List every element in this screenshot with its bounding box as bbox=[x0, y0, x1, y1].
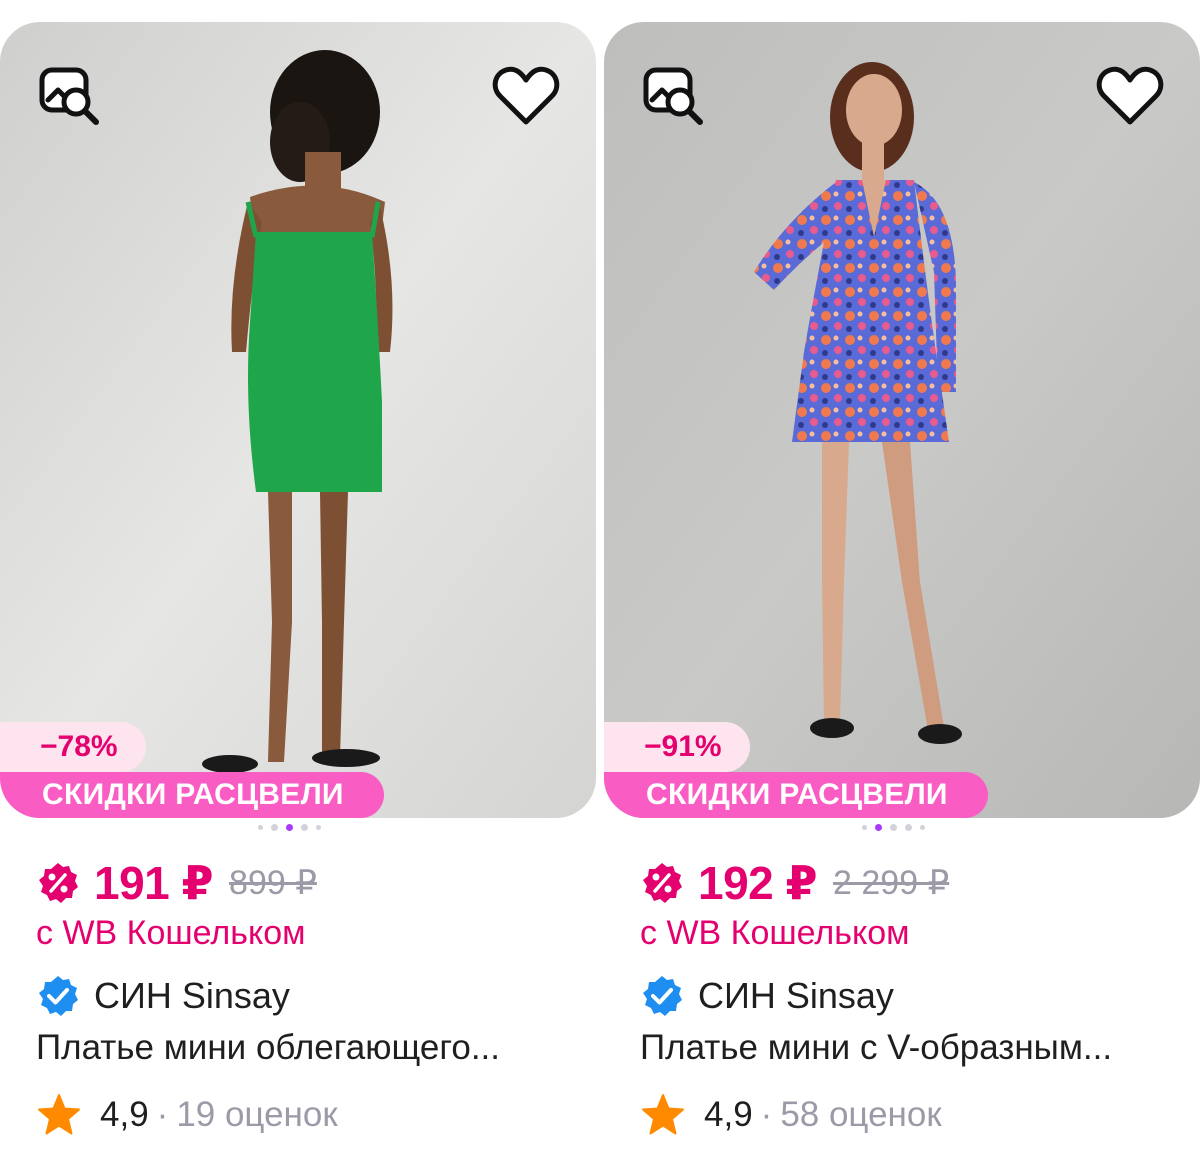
brand-name: СИН Sinsay bbox=[94, 975, 290, 1016]
discount-badge: −91% bbox=[604, 722, 750, 772]
product-image-floral-dress bbox=[604, 22, 1200, 818]
rating-row[interactable]: 4,9 · 19 оценок bbox=[36, 1092, 338, 1138]
sale-percent-icon bbox=[643, 863, 682, 903]
reviews-count: 58 оценок bbox=[780, 1095, 942, 1134]
product-card[interactable]: −78% СКИДКИ РАСЦВЕЛИ 191 ₽ 899 ₽ с WB Ко… bbox=[0, 22, 596, 1152]
pager-dot bbox=[258, 825, 263, 830]
image-search-icon bbox=[643, 67, 703, 125]
pager-dot bbox=[316, 825, 321, 830]
reviews-count: 19 оценок bbox=[176, 1095, 338, 1134]
pager-dot bbox=[920, 825, 925, 830]
star-icon bbox=[642, 1094, 684, 1135]
promo-badge: СКИДКИ РАСЦВЕЛИ bbox=[604, 772, 988, 818]
pager-dot bbox=[271, 824, 278, 831]
brand-row[interactable]: СИН Sinsay bbox=[36, 974, 290, 1018]
pager-dot-active bbox=[875, 824, 882, 831]
image-search-icon bbox=[39, 67, 99, 125]
current-price: 191 ₽ bbox=[94, 857, 214, 909]
rating-value: 4,9 bbox=[100, 1095, 149, 1134]
pager-dot bbox=[301, 824, 308, 831]
product-card[interactable]: −91% СКИДКИ РАСЦВЕЛИ 192 ₽ 2 299 ₽ с WB … bbox=[604, 22, 1200, 1152]
wallet-note: с WB Кошельком bbox=[640, 914, 910, 952]
brand-row[interactable]: СИН Sinsay bbox=[640, 974, 894, 1018]
separator-dot: · bbox=[760, 1095, 773, 1134]
product-title[interactable]: Платье мини облегающего... bbox=[36, 1028, 576, 1068]
favorite-button[interactable] bbox=[490, 60, 562, 132]
image-search-button[interactable] bbox=[34, 60, 106, 132]
photo-pager-dots bbox=[862, 824, 925, 831]
sale-percent-icon bbox=[39, 863, 78, 903]
pager-dot bbox=[905, 824, 912, 831]
old-price: 2 299 ₽ bbox=[833, 864, 950, 902]
star-icon bbox=[38, 1094, 80, 1135]
verified-check-icon bbox=[39, 976, 78, 1016]
image-search-button[interactable] bbox=[638, 60, 710, 132]
product-image-green-dress bbox=[0, 22, 596, 818]
rating-row[interactable]: 4,9 · 58 оценок bbox=[640, 1092, 942, 1138]
promo-badge: СКИДКИ РАСЦВЕЛИ bbox=[0, 772, 384, 818]
product-photo[interactable]: −91% СКИДКИ РАСЦВЕЛИ bbox=[604, 22, 1200, 818]
rating-value: 4,9 bbox=[704, 1095, 753, 1134]
price-row: 192 ₽ 2 299 ₽ bbox=[640, 856, 949, 910]
brand-name: СИН Sinsay bbox=[698, 975, 894, 1016]
wallet-note: с WB Кошельком bbox=[36, 914, 306, 952]
separator-dot: · bbox=[156, 1095, 169, 1134]
photo-pager-dots bbox=[258, 824, 321, 831]
old-price: 899 ₽ bbox=[229, 864, 317, 902]
product-title[interactable]: Платье мини с V-образным... bbox=[640, 1028, 1180, 1068]
verified-check-icon bbox=[643, 976, 682, 1016]
discount-badge: −78% bbox=[0, 722, 146, 772]
price-row: 191 ₽ 899 ₽ bbox=[36, 856, 317, 910]
product-photo[interactable]: −78% СКИДКИ РАСЦВЕЛИ bbox=[0, 22, 596, 818]
heart-icon bbox=[492, 66, 560, 125]
pager-dot bbox=[862, 825, 867, 830]
favorite-button[interactable] bbox=[1094, 60, 1166, 132]
pager-dot-active bbox=[286, 824, 293, 831]
pager-dot bbox=[890, 824, 897, 831]
heart-icon bbox=[1096, 66, 1164, 125]
current-price: 192 ₽ bbox=[698, 857, 818, 909]
